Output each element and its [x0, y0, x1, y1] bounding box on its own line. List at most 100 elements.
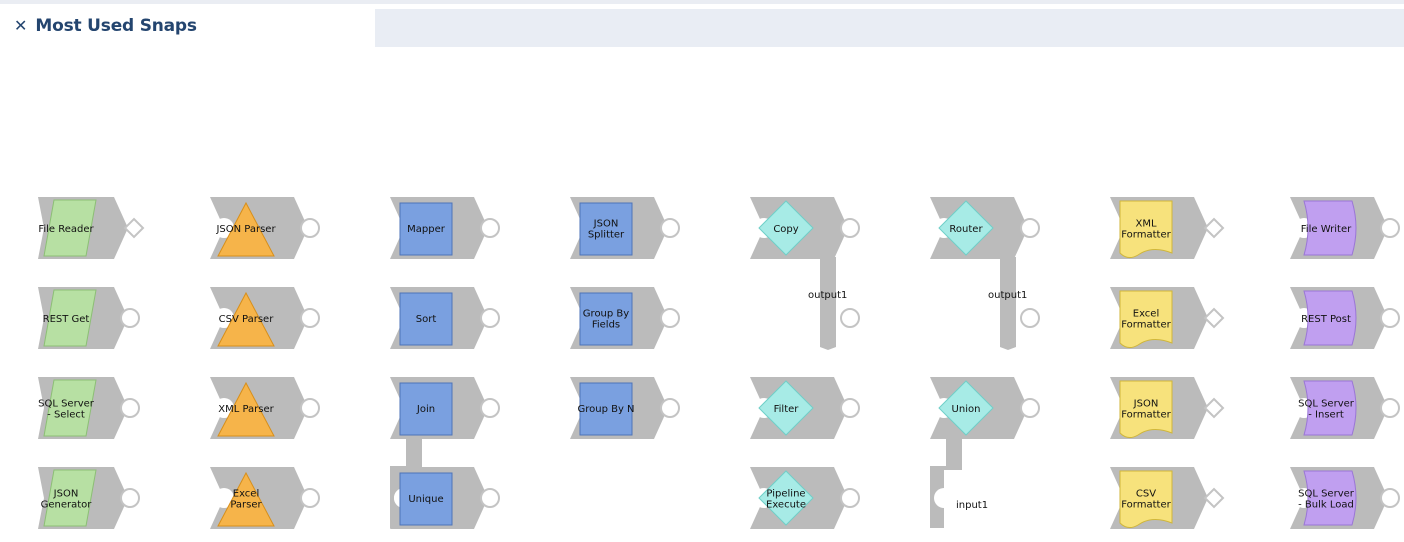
output-port-icon[interactable] — [1380, 218, 1400, 238]
snap-excel-formatter[interactable]: ExcelFormatter — [1110, 287, 1225, 349]
snap-label: SQL Server — [1298, 399, 1355, 410]
snap-json-splitter[interactable]: JSONSplitter — [570, 197, 680, 259]
snap-label: JSON — [1133, 399, 1159, 410]
snap-label: JSON — [593, 219, 619, 230]
output-port-icon[interactable] — [660, 398, 680, 418]
output-port-icon[interactable] — [300, 488, 320, 508]
output-port-icon[interactable] — [1380, 488, 1400, 508]
snap-label: Fields — [592, 320, 620, 331]
snap-label: - Insert — [1308, 410, 1344, 421]
output-port-diamond-icon[interactable] — [1203, 397, 1225, 419]
input-port-label: input1 — [956, 500, 988, 511]
snap-file-reader[interactable]: File Reader — [38, 197, 145, 259]
snap-label: Formatter — [1121, 410, 1171, 421]
snap-csv-parser[interactable]: CSV Parser — [210, 287, 320, 349]
snap-xml-formatter[interactable]: XMLFormatter — [1110, 197, 1225, 259]
snap-csv-formatter[interactable]: CSVFormatter — [1110, 467, 1225, 529]
snap-label: Group By N — [577, 404, 634, 415]
output-port-label: output1 — [988, 290, 1027, 301]
snap-rest-get[interactable]: REST Get — [38, 287, 140, 349]
output-port-icon[interactable] — [1020, 308, 1040, 328]
output-port-diamond-icon[interactable] — [1203, 217, 1225, 239]
snap-label: File Reader — [38, 224, 94, 235]
snap-label: REST Get — [43, 314, 90, 325]
output-port-icon[interactable] — [480, 398, 500, 418]
snap-copy[interactable]: output1 Copy — [750, 197, 860, 350]
snap-excel-parser[interactable]: ExcelParser — [210, 467, 320, 529]
snap-label: Formatter — [1121, 500, 1171, 511]
snap-json-parser[interactable]: JSON Parser — [210, 197, 320, 259]
snap-label: - Bulk Load — [1298, 500, 1354, 511]
snap-label: Unique — [408, 494, 443, 505]
snap-label: Router — [949, 224, 983, 235]
snap-label: SQL Server — [38, 399, 95, 410]
output-port-icon[interactable] — [840, 308, 860, 328]
snap-palette: File Reader JSON Parser Mapper JSONSplitter… — [38, 197, 1400, 529]
output-port-icon[interactable] — [120, 308, 140, 328]
snap-sql-server-insert[interactable]: SQL Server- Insert — [1290, 377, 1400, 439]
snap-mapper[interactable]: Mapper — [390, 197, 500, 259]
snap-label: Union — [952, 404, 981, 415]
snap-label: Execute — [766, 500, 806, 511]
snap-sort[interactable]: Sort — [390, 287, 500, 349]
snap-label: Copy — [773, 224, 798, 235]
snap-json-generator[interactable]: JSONGenerator — [38, 467, 140, 529]
output-port-icon[interactable] — [840, 398, 860, 418]
snap-pipeline-execute[interactable]: PipelineExecute — [750, 467, 860, 529]
snap-label: JSON — [53, 489, 79, 500]
snap-unique[interactable]: Unique — [390, 467, 500, 529]
snap-label: File Writer — [1301, 224, 1352, 235]
snap-label: Sort — [416, 314, 437, 325]
snap-rest-post[interactable]: REST Post — [1290, 287, 1400, 349]
output-connector — [820, 257, 836, 350]
snap-file-writer[interactable]: File Writer — [1290, 197, 1400, 259]
output-port-icon[interactable] — [480, 308, 500, 328]
snap-label: CSV — [1136, 489, 1156, 500]
snap-label: Mapper — [407, 224, 446, 235]
snap-label: Splitter — [588, 230, 625, 241]
snap-label: XML Parser — [218, 404, 274, 415]
output-port-label: output1 — [808, 290, 847, 301]
snap-union[interactable]: input1 Union — [930, 377, 1040, 528]
snap-label: Pipeline — [766, 489, 805, 500]
input-connector — [930, 437, 962, 528]
output-port-icon[interactable] — [300, 398, 320, 418]
output-port-diamond-icon[interactable] — [123, 217, 145, 239]
snap-group-by-n[interactable]: Group By N — [570, 377, 680, 439]
output-port-icon[interactable] — [1020, 398, 1040, 418]
output-port-icon[interactable] — [1380, 308, 1400, 328]
output-port-icon[interactable] — [1380, 398, 1400, 418]
output-port-icon[interactable] — [480, 218, 500, 238]
snap-label: SQL Server — [1298, 489, 1355, 500]
output-port-icon[interactable] — [840, 488, 860, 508]
output-port-diamond-icon[interactable] — [1203, 307, 1225, 329]
snap-group-by-fields[interactable]: Group ByFields — [570, 287, 680, 349]
output-port-icon[interactable] — [660, 218, 680, 238]
snap-label: Join — [416, 404, 435, 415]
output-port-icon[interactable] — [120, 488, 140, 508]
snap-xml-parser[interactable]: XML Parser — [210, 377, 320, 439]
input-port-icon[interactable] — [934, 488, 954, 508]
snap-label: CSV Parser — [219, 314, 275, 325]
snap-label: XML — [1135, 219, 1156, 230]
output-port-icon[interactable] — [660, 308, 680, 328]
snap-json-formatter[interactable]: JSONFormatter — [1110, 377, 1225, 439]
snap-router[interactable]: output1 Router — [930, 197, 1040, 350]
output-port-icon[interactable] — [840, 218, 860, 238]
snap-sql-server-bulk-load[interactable]: SQL Server- Bulk Load — [1290, 467, 1400, 529]
snap-filter[interactable]: Filter — [750, 377, 860, 439]
snap-label: Parser — [230, 500, 262, 511]
snap-sql-server-select[interactable]: SQL Server- Select — [38, 377, 140, 439]
output-port-icon[interactable] — [120, 398, 140, 418]
output-port-icon[interactable] — [480, 488, 500, 508]
output-port-diamond-icon[interactable] — [1203, 487, 1225, 509]
output-port-icon[interactable] — [300, 218, 320, 238]
snap-label: - Select — [47, 410, 85, 421]
snap-label: Formatter — [1121, 320, 1171, 331]
output-connector — [1000, 257, 1016, 350]
snap-label: Excel — [233, 489, 260, 500]
output-port-icon[interactable] — [300, 308, 320, 328]
snap-label: Excel — [1133, 309, 1160, 320]
output-port-icon[interactable] — [1020, 218, 1040, 238]
snap-label: Formatter — [1121, 230, 1171, 241]
